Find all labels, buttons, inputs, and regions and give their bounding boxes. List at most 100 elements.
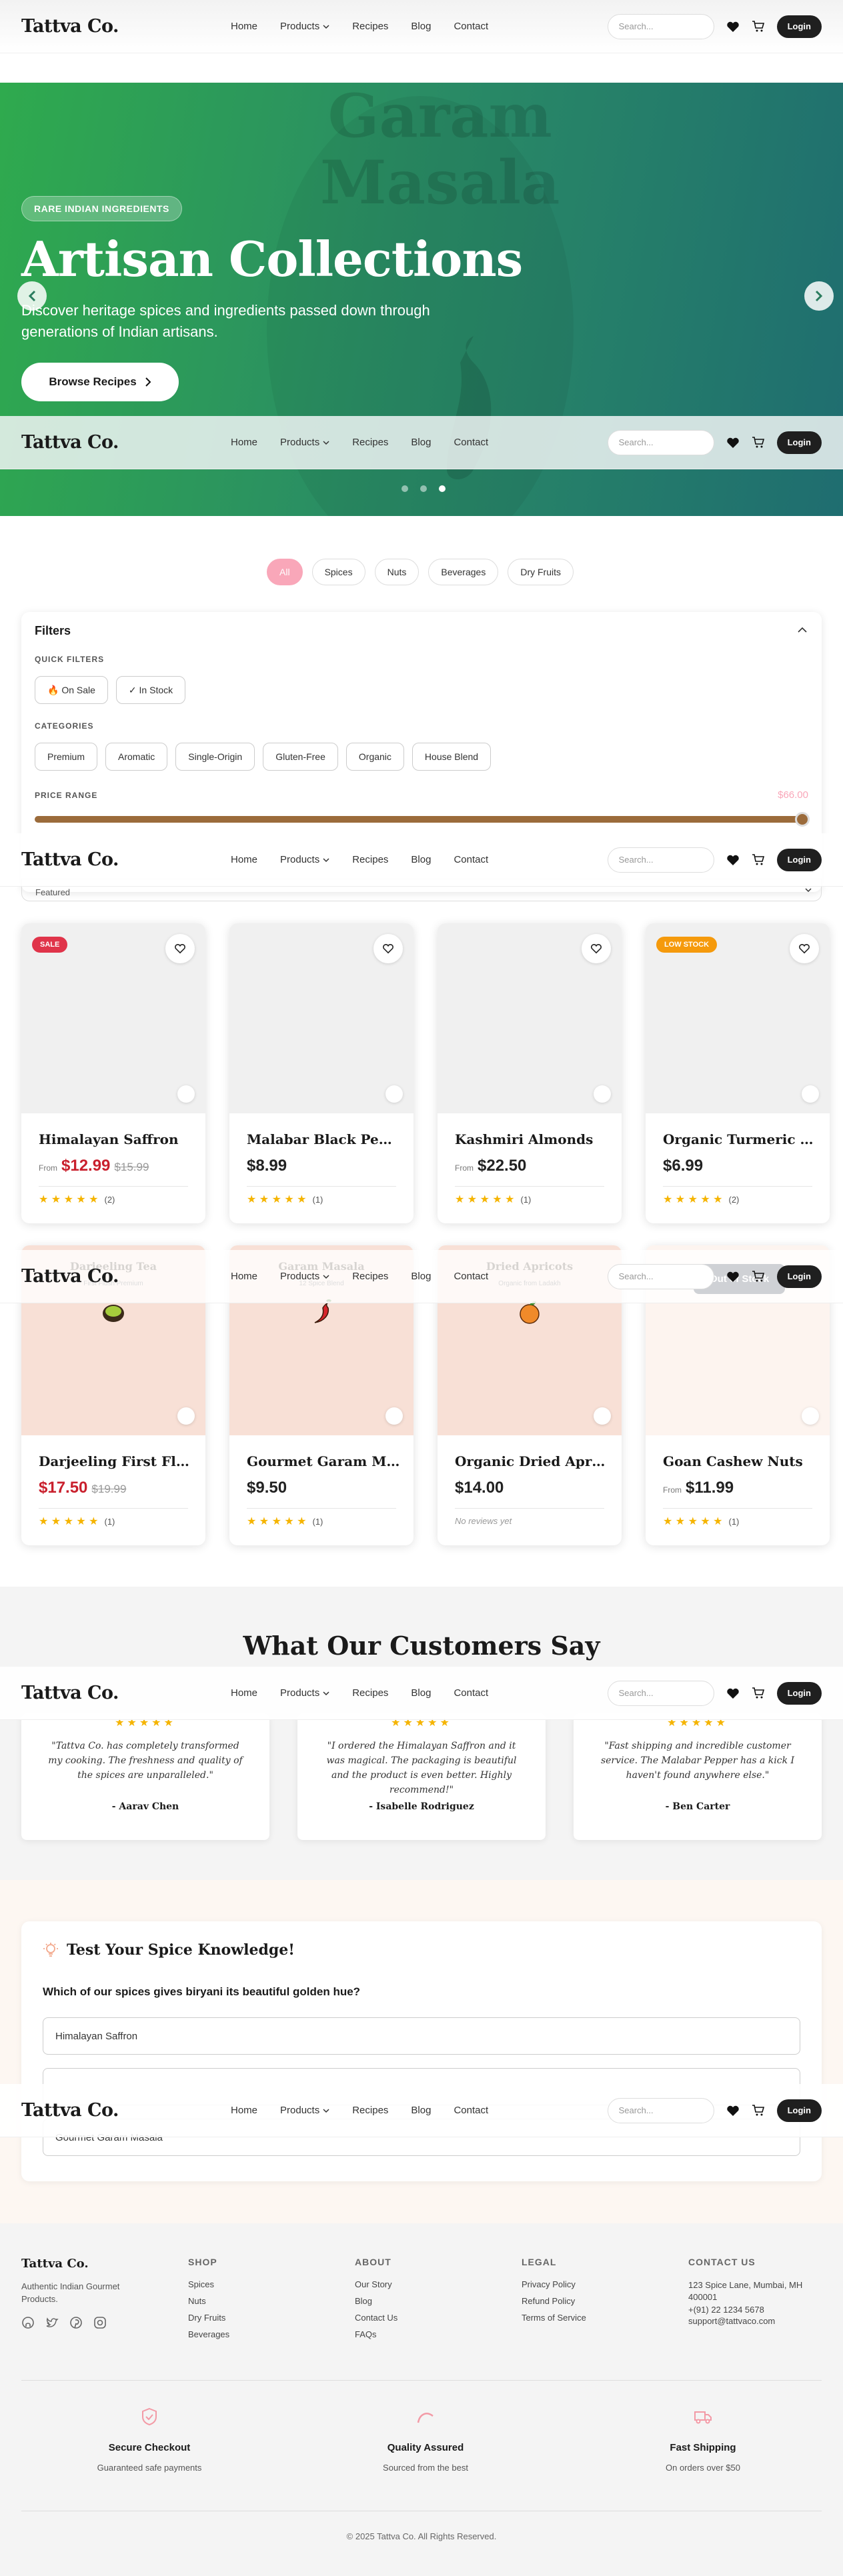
carousel-dot[interactable] — [401, 485, 408, 492]
product-image[interactable]: LOW STOCK — [646, 923, 830, 1113]
quick-add-button[interactable] — [177, 1085, 195, 1103]
quiz-option[interactable]: Himalayan Saffron — [43, 2017, 800, 2055]
footer-link[interactable]: Spices — [188, 2279, 229, 2289]
nav-recipes[interactable]: Recipes — [352, 21, 388, 32]
quick-add-button[interactable] — [594, 1085, 611, 1103]
instagram-icon[interactable] — [93, 2316, 107, 2329]
cart-icon[interactable] — [752, 1270, 765, 1283]
filter-aromatic[interactable]: Aromatic — [105, 743, 168, 771]
footer-link[interactable]: FAQs — [355, 2329, 397, 2339]
search-input[interactable]: Search... — [607, 2097, 714, 2123]
login-button[interactable]: Login — [776, 431, 822, 454]
slider-handle[interactable] — [795, 812, 810, 827]
filter-organic[interactable]: Organic — [345, 743, 404, 771]
footer-link[interactable]: Contact Us — [355, 2313, 397, 2323]
filter-premium[interactable]: Premium — [35, 743, 98, 771]
cart-icon[interactable] — [752, 2104, 765, 2117]
product-image[interactable] — [229, 923, 413, 1113]
footer-link[interactable]: Beverages — [188, 2329, 229, 2339]
product-card[interactable]: LOW STOCK Organic Turmeric Powder $6.99 ★ ★… — [646, 923, 830, 1223]
footer-link[interactable]: Blog — [355, 2296, 397, 2306]
twitter-icon[interactable] — [45, 2316, 59, 2329]
nav-blog[interactable]: Blog — [411, 854, 431, 865]
nav-home[interactable]: Home — [231, 437, 257, 448]
heart-icon[interactable] — [726, 1687, 740, 1700]
login-button[interactable]: Login — [776, 2099, 822, 2122]
login-button[interactable]: Login — [776, 15, 822, 38]
nav-products[interactable]: Products — [280, 1271, 329, 1282]
footer-brand[interactable]: Tattva Co. — [21, 2257, 141, 2271]
nav-products[interactable]: Products — [280, 1687, 329, 1699]
wishlist-button[interactable] — [582, 934, 611, 963]
browse-recipes-button[interactable]: Browse Recipes — [21, 363, 179, 401]
footer-link[interactable]: Dry Fruits — [188, 2313, 229, 2323]
heart-icon[interactable] — [726, 2104, 740, 2117]
footer-link[interactable]: Our Story — [355, 2279, 397, 2289]
product-image[interactable]: SALE — [21, 923, 205, 1113]
search-input[interactable]: Search... — [607, 429, 714, 455]
chevron-up-icon[interactable] — [798, 627, 807, 633]
product-name[interactable]: Organic Dried Apricots — [455, 1453, 608, 1469]
brand-logo[interactable]: Tattva Co. — [21, 2100, 119, 2121]
category-dry-fruits[interactable]: Dry Fruits — [508, 559, 574, 585]
footer-link[interactable]: Refund Policy — [522, 2296, 586, 2306]
nav-home[interactable]: Home — [231, 1271, 257, 1282]
product-name[interactable]: Kashmiri Almonds — [455, 1131, 608, 1147]
nav-blog[interactable]: Blog — [411, 1687, 431, 1699]
product-name[interactable]: Darjeeling First Flush Tea — [39, 1453, 192, 1469]
nav-recipes[interactable]: Recipes — [352, 1687, 388, 1699]
product-name[interactable]: Gourmet Garam Masala — [247, 1453, 400, 1469]
carousel-dot[interactable] — [420, 485, 427, 492]
nav-blog[interactable]: Blog — [411, 2105, 431, 2116]
nav-contact[interactable]: Contact — [454, 437, 488, 448]
footer-email[interactable]: support@tattvaco.com — [688, 2316, 822, 2326]
heart-icon[interactable] — [726, 436, 740, 449]
carousel-prev-button[interactable] — [17, 281, 47, 311]
filter-single-origin[interactable]: Single-Origin — [175, 743, 255, 771]
heart-icon[interactable] — [726, 1270, 740, 1283]
wishlist-button[interactable] — [165, 934, 195, 963]
wishlist-button[interactable] — [790, 934, 819, 963]
category-spices[interactable]: Spices — [311, 559, 365, 585]
search-input[interactable]: Search... — [607, 1263, 714, 1289]
category-beverages[interactable]: Beverages — [428, 559, 499, 585]
login-button[interactable]: Login — [776, 1265, 822, 1288]
product-card[interactable]: Malabar Black Pepper $8.99 ★ ★ ★ ★ ★ (1) — [229, 923, 413, 1223]
product-card[interactable]: SALE Himalayan Saffron From $12.99 $15.99 ★ ★… — [21, 923, 205, 1223]
heart-icon[interactable] — [726, 20, 740, 33]
cart-icon[interactable] — [752, 853, 765, 867]
footer-link[interactable]: Privacy Policy — [522, 2279, 586, 2289]
nav-contact[interactable]: Contact — [454, 854, 488, 865]
cart-icon[interactable] — [752, 436, 765, 449]
price-slider[interactable] — [35, 812, 810, 827]
product-card[interactable]: Kashmiri Almonds From $22.50 ★ ★ ★ ★ ★ (1) — [438, 923, 622, 1223]
footer-link[interactable]: Nuts — [188, 2296, 229, 2306]
nav-contact[interactable]: Contact — [454, 2105, 488, 2116]
product-name[interactable]: Himalayan Saffron — [39, 1131, 192, 1147]
carousel-dot-active[interactable] — [439, 485, 446, 492]
nav-home[interactable]: Home — [231, 1687, 257, 1699]
quick-add-button[interactable] — [802, 1085, 819, 1103]
nav-recipes[interactable]: Recipes — [352, 437, 388, 448]
brand-logo[interactable]: Tattva Co. — [21, 16, 119, 37]
nav-contact[interactable]: Contact — [454, 21, 488, 32]
footer-phone[interactable]: +(91) 22 1234 5678 — [688, 2305, 822, 2315]
nav-blog[interactable]: Blog — [411, 437, 431, 448]
nav-recipes[interactable]: Recipes — [352, 2105, 388, 2116]
nav-products[interactable]: Products — [280, 437, 329, 448]
quick-add-button[interactable] — [594, 1407, 611, 1425]
quick-add-button[interactable] — [385, 1085, 403, 1103]
login-button[interactable]: Login — [776, 1681, 822, 1705]
cart-icon[interactable] — [752, 20, 765, 33]
brand-logo[interactable]: Tattva Co. — [21, 849, 119, 870]
product-name[interactable]: Malabar Black Pepper — [247, 1131, 400, 1147]
nav-blog[interactable]: Blog — [411, 21, 431, 32]
search-input[interactable]: Search... — [607, 847, 714, 873]
brand-logo[interactable]: Tattva Co. — [21, 432, 119, 453]
quick-add-button[interactable] — [177, 1407, 195, 1425]
carousel-next-button[interactable] — [804, 281, 834, 311]
heart-icon[interactable] — [726, 853, 740, 867]
nav-home[interactable]: Home — [231, 854, 257, 865]
brand-logo[interactable]: Tattva Co. — [21, 1683, 119, 1703]
quick-add-button[interactable] — [385, 1407, 403, 1425]
